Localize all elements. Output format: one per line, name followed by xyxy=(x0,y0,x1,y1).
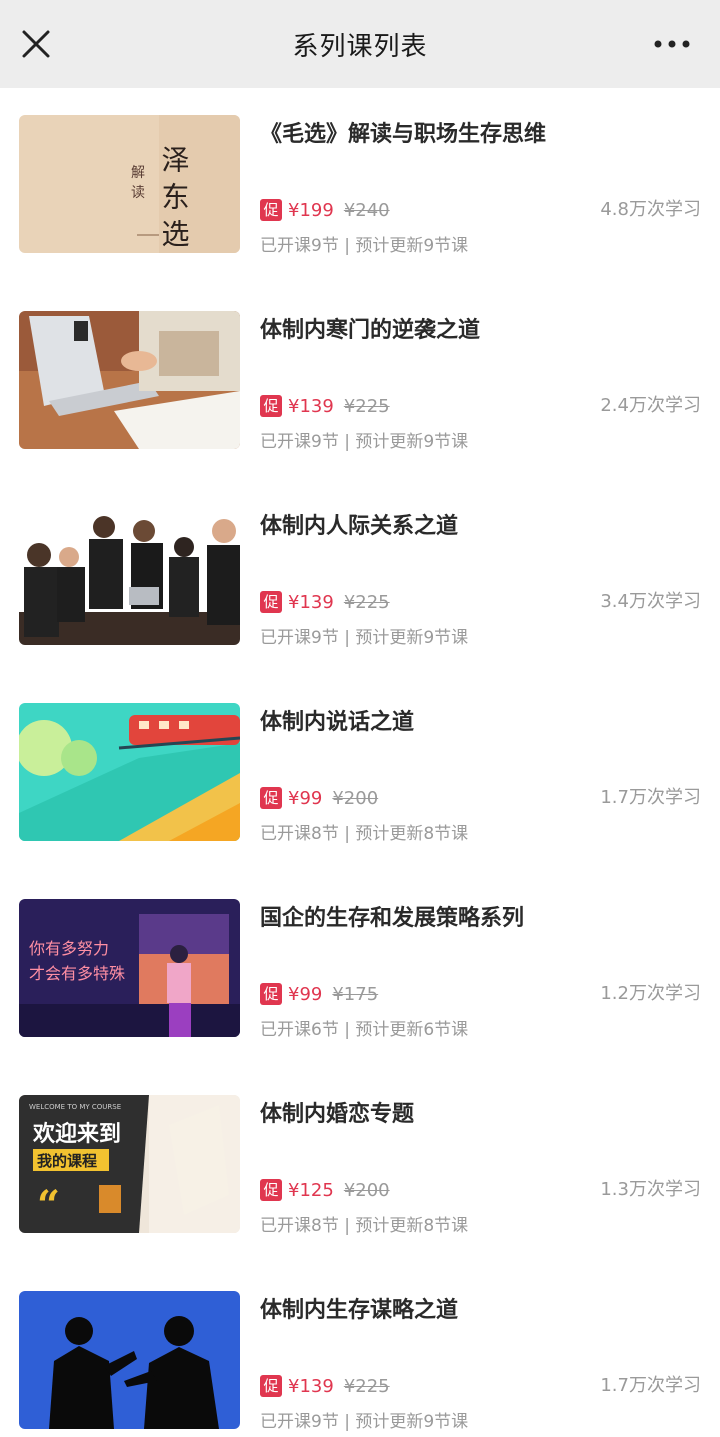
original-price: ¥200 xyxy=(343,1179,390,1201)
promo-badge: 促 xyxy=(260,395,282,417)
course-thumbnail[interactable] xyxy=(19,1291,240,1429)
thumb-text: 你有多努力 xyxy=(29,939,109,958)
course-item[interactable]: 体制内说话之道 促 ¥99 ¥200 1.7万次学习 已开课8节 | 预计更新8… xyxy=(0,676,720,872)
price-row: 促 ¥125 ¥200 xyxy=(260,1178,390,1202)
course-meta: 已开课9节 | 预计更新9节课 xyxy=(260,236,469,256)
price-row: 促 ¥99 ¥175 xyxy=(260,982,378,1006)
price-row: 促 ¥139 ¥225 xyxy=(260,394,390,418)
price-row: 促 ¥199 ¥240 xyxy=(260,198,390,222)
course-title[interactable]: 体制内寒门的逆袭之道 xyxy=(260,312,480,344)
course-meta: 已开课8节 | 预计更新8节课 xyxy=(260,1216,469,1236)
original-price: ¥240 xyxy=(343,199,390,221)
course-item[interactable]: 体制内人际关系之道 促 ¥139 ¥225 3.4万次学习 已开课9节 | 预计… xyxy=(0,480,720,676)
original-price: ¥225 xyxy=(343,395,390,417)
price-row: 促 ¥139 ¥225 xyxy=(260,1374,390,1398)
course-thumbnail[interactable]: 你有多努力 才会有多特殊 xyxy=(19,899,240,1037)
thumb-text: WELCOME TO MY COURSE xyxy=(29,1103,121,1111)
course-item[interactable]: WELCOME TO MY COURSE 欢迎来到 我的课程 “ 体制内婚恋专题… xyxy=(0,1068,720,1264)
sale-price: ¥139 xyxy=(288,1375,334,1397)
course-meta: 已开课9节 | 预计更新9节课 xyxy=(260,628,469,648)
course-meta: 已开课6节 | 预计更新6节课 xyxy=(260,1020,469,1040)
page-title: 系列课列表 xyxy=(292,31,428,62)
promo-badge: 促 xyxy=(260,787,282,809)
course-meta: 已开课9节 | 预计更新9节课 xyxy=(260,432,469,452)
thumb-text: 泽 东 选 xyxy=(158,145,191,247)
course-title[interactable]: 国企的生存和发展策略系列 xyxy=(260,900,524,932)
sale-price: ¥99 xyxy=(288,787,323,809)
course-title[interactable]: 体制内说话之道 xyxy=(260,704,414,736)
course-meta: 已开课8节 | 预计更新8节课 xyxy=(260,824,469,844)
thumb-text: 解 xyxy=(131,165,145,181)
course-title[interactable]: 《毛选》解读与职场生存思维 xyxy=(260,116,546,148)
learner-count: 1.3万次学习 xyxy=(600,1179,701,1200)
learner-count: 1.7万次学习 xyxy=(600,787,701,808)
sale-price: ¥199 xyxy=(288,199,334,221)
thumb-text: 才会有多特殊 xyxy=(29,964,125,983)
course-thumbnail[interactable] xyxy=(19,703,240,841)
course-item[interactable]: 体制内寒门的逆袭之道 促 ¥139 ¥225 2.4万次学习 已开课9节 | 预… xyxy=(0,284,720,480)
original-price: ¥175 xyxy=(332,983,379,1005)
sale-price: ¥125 xyxy=(288,1179,334,1201)
course-thumbnail[interactable] xyxy=(19,311,240,449)
sale-price: ¥99 xyxy=(288,983,323,1005)
course-thumbnail[interactable]: WELCOME TO MY COURSE 欢迎来到 我的课程 “ xyxy=(19,1095,240,1233)
course-item[interactable]: 解 读 泽 东 选 《毛选》解读与职场生存思维 促 ¥199 ¥240 4.8万… xyxy=(0,88,720,284)
course-item[interactable]: 体制内生存谋略之道 促 ¥139 ¥225 1.7万次学习 已开课9节 | 预计… xyxy=(0,1264,720,1437)
course-thumbnail[interactable] xyxy=(19,507,240,645)
close-icon[interactable] xyxy=(16,24,56,64)
sale-price: ¥139 xyxy=(288,591,334,613)
course-item[interactable]: 你有多努力 才会有多特殊 国企的生存和发展策略系列 促 ¥99 ¥175 1.2… xyxy=(0,872,720,1068)
thumb-text: 读 xyxy=(131,184,145,201)
thumb-text: 我的课程 xyxy=(37,1152,97,1170)
course-list: 解 读 泽 东 选 《毛选》解读与职场生存思维 促 ¥199 ¥240 4.8万… xyxy=(0,88,720,1437)
price-row: 促 ¥139 ¥225 xyxy=(260,590,390,614)
promo-badge: 促 xyxy=(260,591,282,613)
more-icon[interactable] xyxy=(648,28,696,60)
promo-badge: 促 xyxy=(260,983,282,1005)
thumb-text: 欢迎来到 xyxy=(32,1121,121,1147)
course-meta: 已开课9节 | 预计更新9节课 xyxy=(260,1412,469,1432)
promo-badge: 促 xyxy=(260,1375,282,1397)
sale-price: ¥139 xyxy=(288,395,334,417)
course-thumbnail[interactable]: 解 读 泽 东 选 xyxy=(19,115,240,253)
original-price: ¥225 xyxy=(343,1375,390,1397)
learner-count: 4.8万次学习 xyxy=(600,199,701,220)
original-price: ¥225 xyxy=(343,591,390,613)
svg-text:“: “ xyxy=(37,1182,60,1229)
nav-header: 系列课列表 xyxy=(0,0,720,88)
learner-count: 1.7万次学习 xyxy=(600,1375,701,1396)
course-title[interactable]: 体制内人际关系之道 xyxy=(260,508,458,540)
learner-count: 2.4万次学习 xyxy=(600,395,701,416)
course-title[interactable]: 体制内生存谋略之道 xyxy=(260,1292,458,1324)
price-row: 促 ¥99 ¥200 xyxy=(260,786,378,810)
course-title[interactable]: 体制内婚恋专题 xyxy=(260,1096,414,1128)
original-price: ¥200 xyxy=(332,787,379,809)
promo-badge: 促 xyxy=(260,1179,282,1201)
promo-badge: 促 xyxy=(260,199,282,221)
learner-count: 1.2万次学习 xyxy=(600,983,701,1004)
learner-count: 3.4万次学习 xyxy=(600,591,701,612)
